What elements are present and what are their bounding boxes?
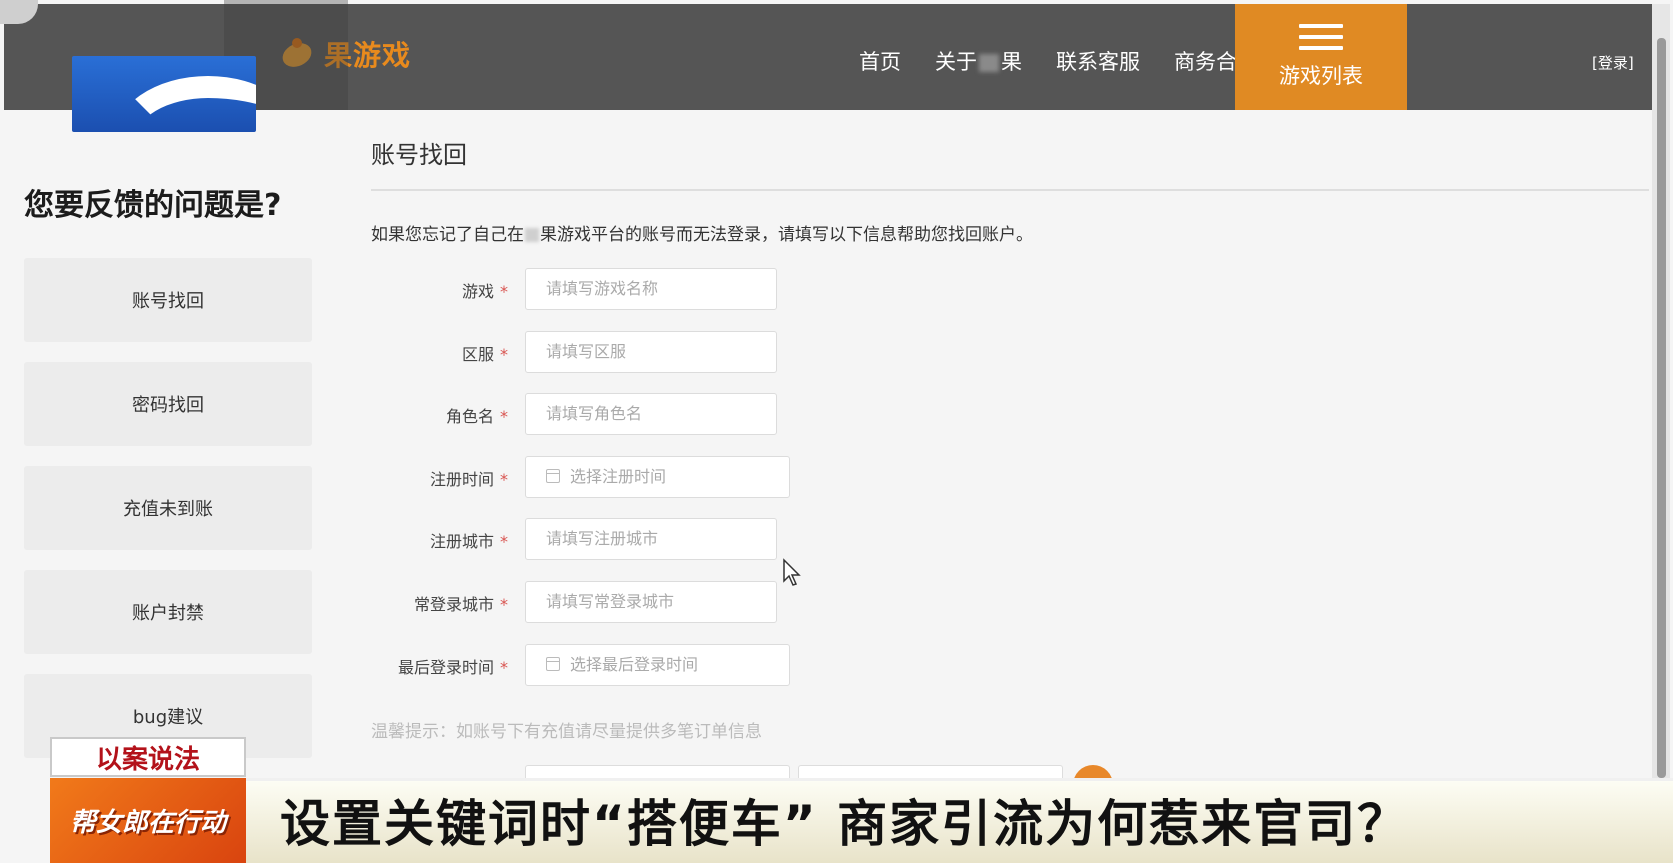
tv-station-logo-icon [72,56,256,132]
game-list-label: 游戏列表 [1279,64,1363,88]
program-logo-text: 帮女郎在行动 [69,808,226,838]
program-logo: 帮女郎在行动 [50,778,246,863]
form-row-game: 游戏 * 请填写游戏名称 [380,268,800,310]
mouse-cursor-icon [783,558,801,586]
register-city-input[interactable]: 请填写注册城市 [525,518,777,560]
form-row-server: 区服 * 请填写区服 [380,331,800,373]
title-divider [371,189,1649,191]
form-row-reg-city: 注册城市 * 请填写注册城市 [380,518,800,560]
sidebar-item-recharge[interactable]: 充值未到账 [24,466,312,550]
sidebar-item-account-recovery[interactable]: 账号找回 [24,258,312,342]
blurred-text [979,54,999,72]
calendar-icon [546,656,560,671]
page-title: 账号找回 [371,141,467,169]
field-label: 游戏 * [461,282,508,301]
nav-support[interactable]: 联系客服 [1056,46,1140,76]
nav-home[interactable]: 首页 [859,46,901,76]
form-row-reg-time: 注册时间 * 选择注册时间 [380,456,800,498]
sidebar-item-ban[interactable]: 账户封禁 [24,570,312,654]
sidebar-item-password-recovery[interactable]: 密码找回 [24,362,312,446]
game-list-button[interactable]: 游戏列表 [1235,4,1407,110]
blurred-text [525,228,539,242]
field-label: 角色名 * [445,407,508,426]
nav-about[interactable]: 关于果 [935,46,1022,76]
field-label: 最后登录时间 * [397,658,508,677]
field-label: 常登录城市 * [413,595,508,614]
register-time-picker[interactable]: 选择注册时间 [525,456,790,498]
case-tag: 以案说法 [50,737,246,777]
last-login-time-picker[interactable]: 选择最后登录时间 [525,644,790,686]
game-input[interactable]: 请填写游戏名称 [525,268,777,310]
field-label: 注册时间 * [429,470,508,489]
hint-text: 温馨提示：如账号下有充值请尽量提供多笔订单信息 [371,722,762,742]
form-row-last-login: 最后登录时间 * 选择最后登录时间 [380,644,800,686]
intro-text: 如果您忘记了自己在 果游戏平台的账号而无法登录，请填写以下信息帮助您找回账户。 [371,225,1033,245]
login-city-input[interactable]: 请填写常登录城市 [525,581,777,623]
sidebar-title: 您要反馈的问题是? [24,188,282,223]
scrollbar-thumb[interactable] [1657,38,1666,778]
calendar-icon [546,468,560,483]
headline: 设置关键词时“搭便车” 商家引流为何惹来官司？ [280,795,1410,853]
field-label: 注册城市 * [429,532,508,551]
server-input[interactable]: 请填写区服 [525,331,777,373]
form-row-role: 角色名 * 请填写角色名 [380,393,800,435]
form-row-login-city: 常登录城市 * 请填写常登录城市 [380,581,800,623]
main-nav: 首页 关于果 联系客服 商务合作 [859,46,1258,76]
login-link[interactable]: [登录] [1592,52,1634,73]
role-name-input[interactable]: 请填写角色名 [525,393,777,435]
field-label: 区服 * [461,345,508,364]
menu-icon [1299,24,1343,50]
scrollbar[interactable] [1652,4,1670,779]
